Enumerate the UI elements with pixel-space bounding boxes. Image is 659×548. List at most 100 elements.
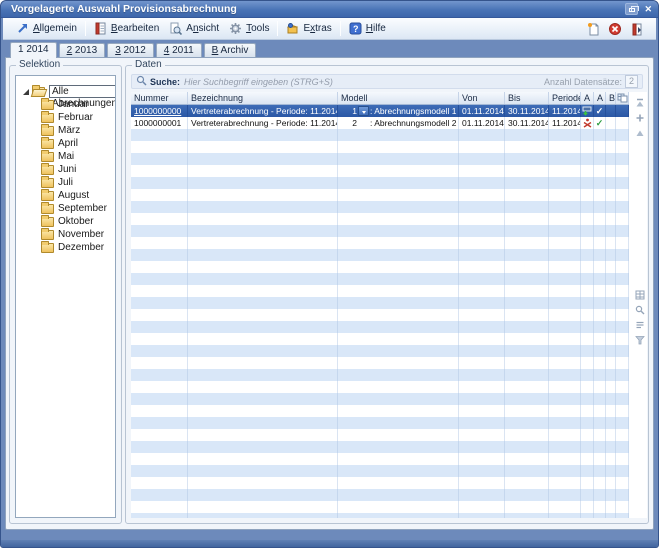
cell-nummer: 1000000000	[131, 105, 188, 117]
tab-2011[interactable]: 4 2011	[156, 43, 202, 57]
grid-icon[interactable]	[635, 290, 647, 302]
scroll-top-icon[interactable]	[635, 98, 647, 110]
tree-item-mai[interactable]: Mai	[16, 150, 115, 163]
menu-extras[interactable]: Extras	[281, 20, 336, 37]
menu-ansicht-label: Ansicht	[186, 23, 219, 34]
tree-item-november[interactable]: November	[16, 228, 115, 241]
folder-icon	[41, 139, 54, 149]
table-row[interactable]: 1000000000 Vertreterabrechnung - Periode…	[131, 105, 629, 117]
menu-tools[interactable]: Tools	[224, 20, 274, 37]
menu-extras-label: Extras	[303, 23, 331, 34]
tree-item-oktober[interactable]: Oktober	[16, 215, 115, 228]
box-icon	[286, 22, 299, 35]
tree-root-label: Alle Abrechnungen	[49, 85, 116, 98]
toolbar-separator	[85, 21, 86, 36]
daten-group-label: Daten	[132, 59, 165, 71]
cell-a-check: ✓	[594, 117, 606, 129]
tree-item-august[interactable]: August	[16, 189, 115, 202]
cell-b	[606, 105, 616, 117]
search-input[interactable]: Suche: Hier Suchbegriff eingeben (STRG+S…	[131, 74, 643, 89]
cell-periode: 11.2014	[549, 117, 581, 129]
tab-page: Selektion Alle Abrechnungen Januar Febru…	[5, 57, 654, 530]
search-placeholder: Hier Suchbegriff eingeben (STRG+S)	[184, 77, 333, 87]
empty-rows-area	[131, 129, 629, 518]
col-header-a2[interactable]: A	[594, 92, 606, 104]
tree-item-april[interactable]: April	[16, 137, 115, 150]
navigator-strip	[631, 92, 647, 518]
exit-icon[interactable]	[630, 22, 644, 36]
scroll-up-icon[interactable]	[635, 128, 647, 140]
cell-bis: 30.11.2014	[505, 117, 549, 129]
tab-2012[interactable]: 3 2012	[107, 43, 154, 57]
menu-allgemein-label: Allgemein	[33, 23, 77, 34]
menu-bearbeiten-label: Bearbeiten	[111, 23, 159, 34]
title-bar: Vorgelagerte Auswahl Provisionsabrechnun…	[1, 1, 658, 18]
tree-item-maerz[interactable]: März	[16, 124, 115, 137]
restore-icon[interactable]	[625, 3, 638, 15]
cell-a-check: ✓	[594, 105, 606, 117]
tree-item-september[interactable]: September	[16, 202, 115, 215]
col-header-bis[interactable]: Bis	[505, 92, 549, 104]
record-count-value: 2	[625, 75, 638, 88]
cell-spacer	[616, 117, 629, 129]
data-panel: Nummer Bezeichnung Modell Von Bis Period…	[131, 92, 647, 518]
col-header-von[interactable]: Von	[459, 92, 505, 104]
col-header-periode[interactable]: Periode	[549, 92, 581, 104]
zoom-icon[interactable]	[635, 305, 647, 317]
menu-bearbeiten[interactable]: Bearbeiten	[89, 20, 164, 37]
tab-2014[interactable]: 1 2014	[10, 42, 57, 57]
notebook-icon	[94, 22, 107, 35]
cancel-icon[interactable]	[608, 22, 622, 36]
magnifier-page-icon	[169, 22, 182, 35]
col-header-b[interactable]: B	[606, 92, 616, 104]
filter-icon[interactable]	[635, 335, 647, 347]
details-icon[interactable]	[635, 320, 647, 332]
menu-allgemein[interactable]: Allgemein	[11, 20, 82, 37]
folder-icon	[41, 100, 54, 110]
folder-icon	[41, 230, 54, 240]
menu-ansicht[interactable]: Ansicht	[164, 20, 224, 37]
tree-root-alle-abrechnungen[interactable]: Alle Abrechnungen	[16, 85, 115, 98]
table-row[interactable]: 1000000001 Vertreterabrechnung - Periode…	[131, 117, 629, 129]
menu-tools-label: Tools	[246, 23, 269, 34]
expander-icon[interactable]	[23, 89, 29, 95]
folder-icon	[41, 217, 54, 227]
folder-icon	[41, 191, 54, 201]
cell-b	[606, 117, 616, 129]
new-document-icon[interactable]	[586, 22, 600, 36]
tab-2013[interactable]: 2 2013	[59, 43, 106, 57]
menu-hilfe-label: Hilfe	[366, 23, 386, 34]
col-header-bezeichnung[interactable]: Bezeichnung	[188, 92, 338, 104]
col-header-nummer[interactable]: Nummer	[131, 92, 188, 104]
tree-item-dezember[interactable]: Dezember	[16, 241, 115, 254]
status-cancelled-icon	[581, 117, 594, 129]
tree-item-februar[interactable]: Februar	[16, 111, 115, 124]
cell-bezeichnung: Vertreterabrechnung - Periode: 11.2014	[188, 105, 338, 117]
modell-dropdown-button[interactable]	[358, 106, 369, 116]
daten-groupbox: Daten Suche: Hier Suchbegriff eingeben (…	[125, 65, 649, 524]
tree-item-juni[interactable]: Juni	[16, 163, 115, 176]
folder-icon	[41, 152, 54, 162]
toolbar-separator	[340, 21, 341, 36]
cell-periode: 11.2014	[549, 105, 581, 117]
menu-bar: Allgemein Bearbeiten Ansicht Tools	[3, 18, 656, 40]
folder-icon	[41, 165, 54, 175]
status-ok-icon	[581, 105, 594, 117]
close-icon[interactable]: ✕	[644, 3, 652, 15]
cell-bis: 30.11.2014	[505, 105, 549, 117]
col-header-modell[interactable]: Modell	[338, 92, 459, 104]
app-window: Vorgelagerte Auswahl Provisionsabrechnun…	[0, 0, 659, 548]
record-count-label: Anzahl Datensätze:	[544, 77, 622, 87]
col-header-a1[interactable]: A	[581, 92, 594, 104]
tab-archiv[interactable]: B Archiv	[204, 43, 257, 57]
tree-item-juli[interactable]: Juli	[16, 176, 115, 189]
window-title: Vorgelagerte Auswahl Provisionsabrechnun…	[11, 3, 237, 15]
column-chooser-icon[interactable]	[616, 92, 629, 104]
data-table: Nummer Bezeichnung Modell Von Bis Period…	[131, 92, 629, 518]
tab-strip: 1 2014 2 2013 3 2012 4 2011 B Archiv	[10, 42, 256, 57]
menu-hilfe[interactable]: ? Hilfe	[344, 20, 391, 37]
arrow-ne-icon	[16, 22, 29, 35]
add-icon[interactable]	[635, 113, 647, 125]
cell-spacer	[616, 105, 629, 117]
cell-von: 01.11.2014	[459, 117, 505, 129]
